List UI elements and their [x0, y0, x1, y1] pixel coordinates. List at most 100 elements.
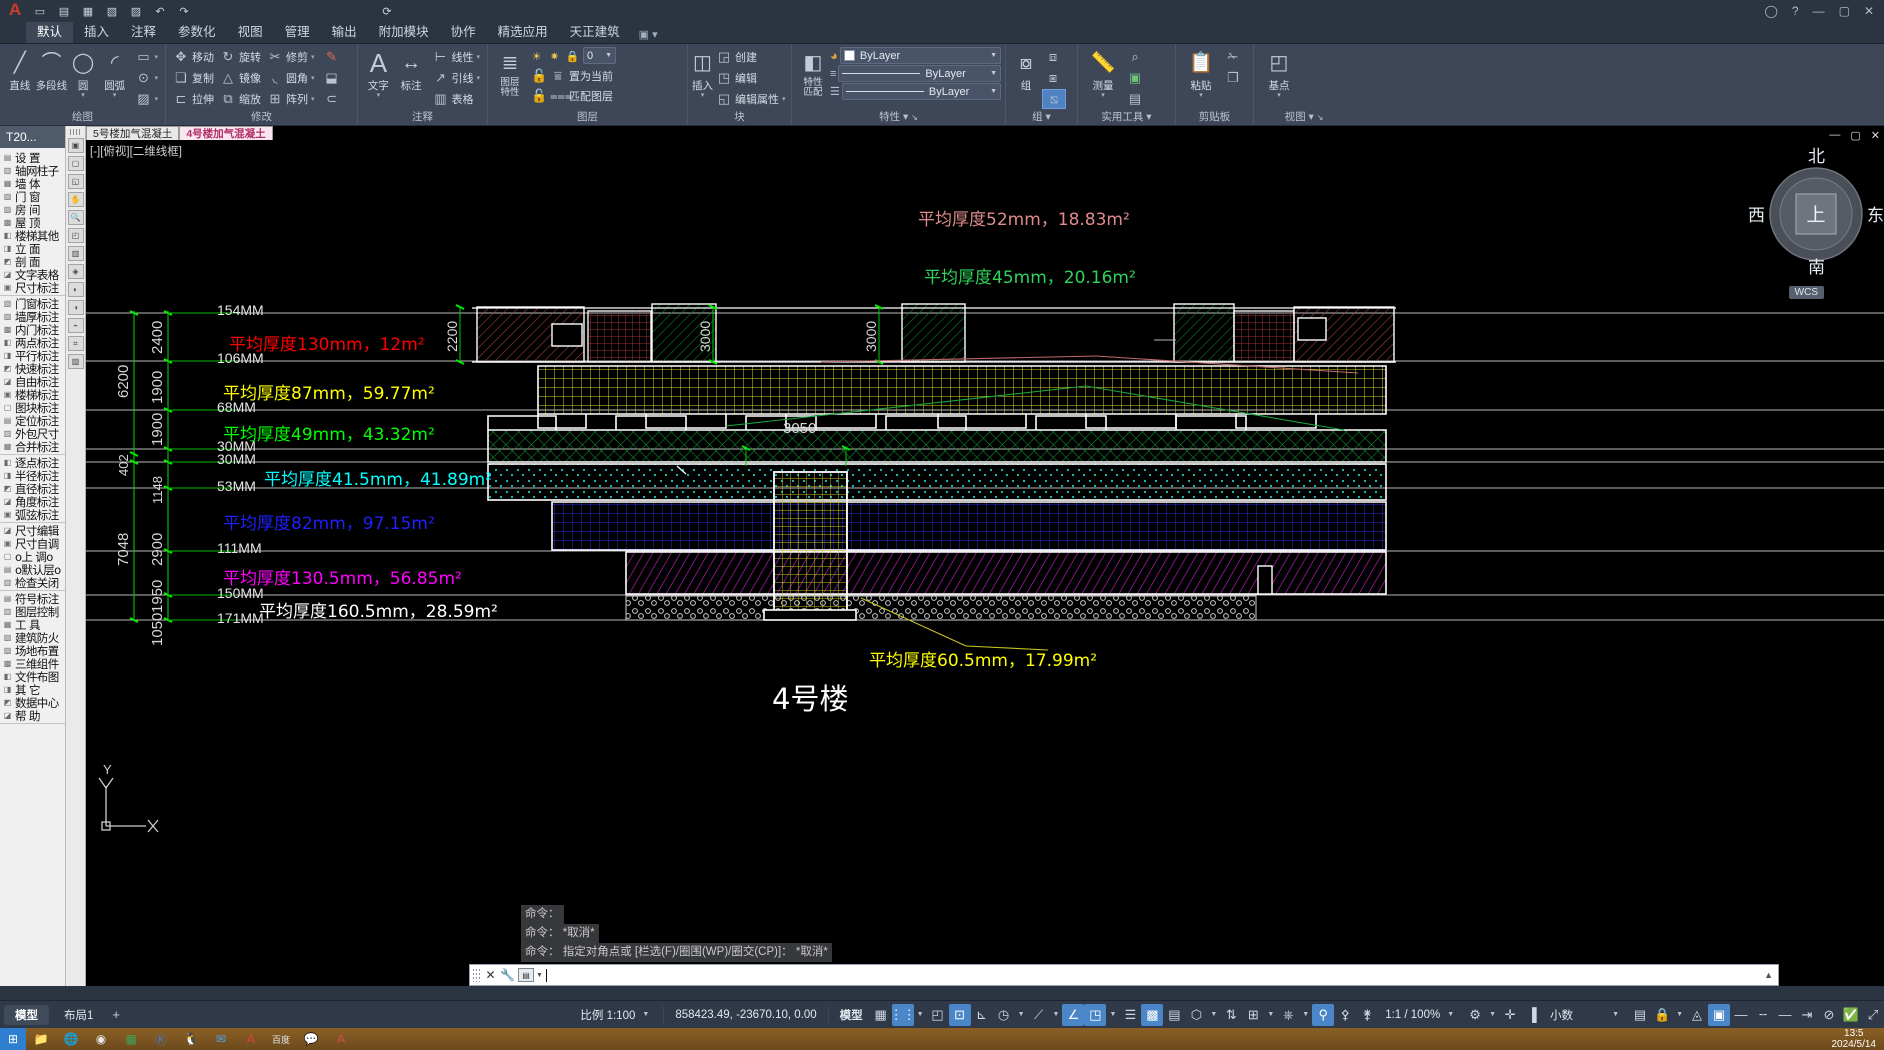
offset-button[interactable]: ⊂ — [321, 89, 343, 109]
annotation-scale-status[interactable]: 比例 1:100 ▼ — [573, 1007, 659, 1023]
3d-object-snap-icon[interactable]: ⬡ — [1185, 1004, 1207, 1026]
paste-dropdown-icon[interactable]: ▾ — [1199, 92, 1203, 99]
annotation-monitor-icon[interactable]: ⊞ — [1242, 1004, 1264, 1026]
cad-icon[interactable]: A — [326, 1028, 356, 1050]
insert-block-button[interactable]: ◫ 插入 ▾ — [692, 47, 713, 99]
ribbon-tab-featured-apps[interactable]: 精选应用 — [487, 19, 559, 43]
point-coord-button[interactable]: ▤ — [1124, 89, 1146, 109]
baidu-icon[interactable]: 百度 — [266, 1028, 296, 1050]
tarch-item[interactable]: ▣ 弧弦标注 — [0, 508, 65, 522]
chevron-down-icon[interactable]: ▼ — [1264, 1011, 1277, 1018]
dynamic-input-icon[interactable]: ⊡ — [948, 1003, 971, 1026]
copy-button[interactable]: ❏ 复制 — [170, 68, 217, 88]
annotation-visibility-icon[interactable]: ⇅ — [1220, 1004, 1242, 1026]
viewport-view-label[interactable]: [-][俯视][二维线框] — [90, 143, 182, 159]
customization-icon[interactable]: ✅ — [1840, 1004, 1862, 1026]
table-button[interactable]: ▥ 表格 — [429, 89, 483, 109]
view-3d-icon[interactable]: ◈ — [67, 264, 84, 279]
rectangle-button[interactable]: ▭ ▾ — [133, 47, 162, 67]
kingsoft-icon[interactable]: Ⓚ — [146, 1028, 176, 1050]
cad-drawing[interactable]: 2400 1900 1900 1148 2900 1950 1050 6200 … — [86, 126, 1884, 986]
autoscale-icon[interactable]: ⚲ — [1312, 1003, 1335, 1026]
ribbon-overflow-icon[interactable]: ▣ ▾ — [631, 26, 666, 43]
array-button[interactable]: ⊞ 阵列 ▾ — [264, 89, 318, 109]
panel-block-title[interactable]: 块 — [692, 110, 787, 125]
base-point-button[interactable]: ◰ 基点 ▾ — [1258, 47, 1300, 99]
zoom-realtime-icon[interactable]: 🔍 — [67, 210, 84, 225]
chevron-down-icon[interactable]: ▼ — [1609, 1011, 1622, 1018]
panel-draw-title[interactable]: 绘图 — [4, 110, 161, 125]
ribbon-tab-annotate[interactable]: 注释 — [120, 19, 167, 43]
ribbon-tab-manage[interactable]: 管理 — [274, 19, 321, 43]
circle-dropdown-icon[interactable]: ▾ — [81, 92, 85, 99]
zoom-extents-icon[interactable]: ▢ — [67, 156, 84, 171]
tarch-item[interactable]: ◪ 帮 助 — [0, 709, 65, 723]
layer-lock-icon[interactable]: 🔒 — [564, 47, 581, 65]
panel-clipboard-title[interactable]: 剪贴板 — [1180, 110, 1249, 125]
minimize-drawing-icon[interactable]: — — [1829, 129, 1840, 142]
close-app-icon[interactable]: ✕ — [1864, 4, 1874, 18]
line4-icon[interactable]: ⇥ — [1796, 1004, 1818, 1026]
panel-view-title[interactable]: 视图 ▾ ↘ — [1258, 110, 1350, 125]
chevron-down-icon[interactable]: ▼ — [639, 1011, 652, 1018]
color-wheel-icon[interactable]: ◕ — [830, 48, 838, 63]
drawing-canvas[interactable]: 5号楼加气混凝土 4号楼加气混凝土 [-][俯视][二维线框] — ▢ ✕ 24… — [86, 126, 1884, 986]
layer-on-icon[interactable]: ☀ — [528, 47, 545, 65]
excel-icon[interactable]: ▦ — [116, 1028, 146, 1050]
group-selection-button[interactable]: ⧅ — [1042, 89, 1066, 109]
hatch-button[interactable]: ▨ ▾ — [133, 89, 162, 109]
zoom-previous-icon[interactable]: ◱ — [67, 174, 84, 189]
viewport-tab-building5[interactable]: 5号楼加气混凝土 — [86, 126, 180, 140]
mirror-button[interactable]: △ 镜像 — [217, 68, 264, 88]
panel-annotation-title[interactable]: 注释 — [362, 110, 483, 125]
chevron-down-icon[interactable]: ▼ — [1106, 1011, 1119, 1018]
windows-start-icon[interactable]: ⊞ — [0, 1028, 26, 1050]
panel-utilities-title[interactable]: 实用工具 ▾ — [1082, 110, 1171, 125]
text-button[interactable]: A 文字 ▾ — [362, 47, 395, 99]
workspace-gear-icon[interactable]: ⚙ — [1464, 1004, 1486, 1026]
quick-properties-icon[interactable]: ▤ — [1629, 1004, 1651, 1026]
render-icon[interactable]: ◐ — [67, 282, 84, 297]
chevron-down-icon[interactable]: ▼ — [990, 52, 997, 59]
erase-button[interactable]: ✎ — [321, 47, 343, 67]
linetype-combo[interactable]: ByLayer ▼ — [838, 65, 1001, 82]
wechat-icon[interactable]: 💬 — [296, 1028, 326, 1050]
annotation-person-icon[interactable]: ⚵ — [1356, 1004, 1378, 1026]
chevron-down-icon[interactable]: ▼ — [990, 88, 997, 95]
tarch-item[interactable]: ▣ 尺寸标注 — [0, 281, 65, 295]
plot-icon[interactable]: ▨ — [125, 2, 147, 20]
panel-properties-title[interactable]: 特性 ▾ ↘ — [796, 110, 1001, 125]
cut-button[interactable]: ✁ — [1222, 47, 1244, 67]
fillet-button[interactable]: ◟ 圆角 ▾ — [264, 68, 318, 88]
folder-icon[interactable]: 📁 — [26, 1028, 56, 1050]
model-tab[interactable]: 模型 — [4, 1004, 49, 1025]
foxmail-icon[interactable]: ✉ — [206, 1028, 236, 1050]
transparency-toggle-icon[interactable]: ▩ — [1141, 1003, 1164, 1026]
command-input-bar[interactable]: ✕ 🔧 ▤ ▼ ▲ — [469, 964, 1779, 986]
lineweight-toggle-icon[interactable]: ☰ — [1119, 1004, 1141, 1026]
group-button[interactable]: ⧇ 组 — [1010, 47, 1042, 93]
chevron-down-icon[interactable]: ▼ — [536, 972, 543, 979]
chevron-down-icon[interactable]: ▼ — [1015, 1011, 1028, 1018]
selection-cycling-icon[interactable]: ▤ — [1163, 1004, 1185, 1026]
chrome-icon[interactable]: ◉ — [86, 1028, 116, 1050]
chevron-down-icon[interactable]: ▼ — [914, 1011, 927, 1018]
ribbon-tab-insert[interactable]: 插入 — [73, 19, 120, 43]
lineweight-combo[interactable]: ByLayer ▼ — [841, 83, 1001, 100]
view-compass[interactable]: 上 北 南 东 西 — [1748, 146, 1884, 278]
restore-app-icon[interactable]: ▢ — [1839, 4, 1850, 18]
paste-button[interactable]: 📋 粘贴 ▾ — [1180, 47, 1222, 99]
acrobat-icon[interactable]: A — [236, 1028, 266, 1050]
match-properties-button[interactable]: ◧ 特性 匹配 — [796, 47, 830, 98]
ribbon-tab-home[interactable]: 默认 — [26, 19, 74, 43]
measure-dropdown-icon[interactable]: ▾ — [1101, 92, 1105, 99]
chevron-down-icon[interactable]: ▼ — [1207, 1011, 1220, 1018]
command-grip[interactable] — [472, 968, 480, 982]
current-layer-combo[interactable]: 0 ▼ — [583, 47, 616, 64]
line3-icon[interactable]: — — [1774, 1004, 1796, 1026]
ucs-icon[interactable]: ⌁ — [67, 318, 84, 333]
pan-icon[interactable]: ✋ — [67, 192, 84, 207]
arc-button[interactable]: ◜ 圆弧 ▾ — [99, 47, 131, 99]
edit-block-button[interactable]: ◳ 编辑 — [713, 68, 789, 88]
snap-settings-icon[interactable]: ⌗ — [67, 336, 84, 351]
